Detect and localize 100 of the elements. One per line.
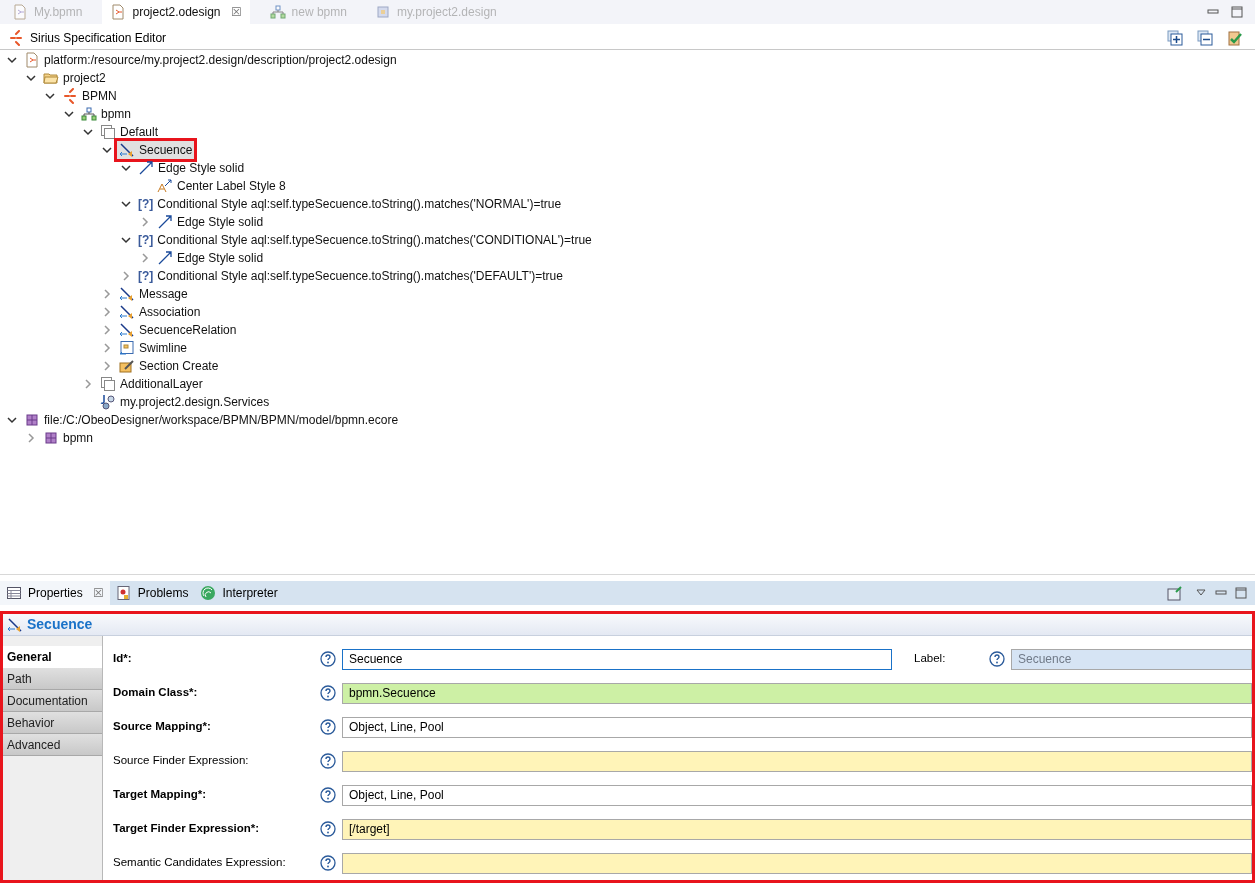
tree-item[interactable]: platform:/resource/my.project2.design/description/project2.odesign — [22, 51, 399, 69]
edge-mapping-icon — [119, 142, 135, 158]
tree-item[interactable]: project2 — [41, 69, 108, 87]
text-field[interactable]: [/target] — [342, 818, 1252, 840]
help-icon[interactable] — [320, 787, 336, 803]
view-tab[interactable]: Problems — [109, 581, 195, 605]
field-label: Id*: — [113, 651, 133, 667]
file-icon — [24, 52, 40, 68]
tree-item[interactable]: Secuence — [117, 141, 195, 159]
help-icon[interactable] — [320, 855, 336, 871]
expand-chevron-icon[interactable] — [6, 54, 18, 66]
collapse-chevron-icon[interactable] — [101, 360, 113, 372]
collapse-chevron-icon[interactable] — [25, 432, 37, 444]
field-label: Semantic Candidates Expression: — [113, 855, 287, 871]
label-style-icon — [157, 178, 173, 194]
collapse-all-icon[interactable] — [1197, 29, 1213, 46]
tree-item[interactable]: bpmn — [79, 105, 134, 123]
package-icon — [24, 412, 40, 428]
text-field[interactable] — [342, 750, 1252, 772]
collapse-chevron-icon[interactable] — [82, 378, 94, 390]
table-icon — [6, 585, 22, 601]
plugin-icon — [374, 4, 391, 20]
expand-chevron-icon[interactable] — [120, 234, 132, 246]
interpreter-icon — [200, 585, 217, 601]
problems-icon — [115, 585, 132, 601]
edge-mapping-icon — [119, 322, 135, 338]
field-label: Source Mapping*: — [113, 719, 212, 735]
close-icon[interactable]: ☒ — [230, 3, 242, 21]
expand-all-icon[interactable] — [1167, 29, 1183, 46]
maximize-icon[interactable] — [1231, 6, 1243, 18]
tree-item[interactable]: [?] Conditional Style aql:self.typeSecuence.toString().matches('DEFAULT')=true — [136, 267, 565, 285]
help-icon[interactable] — [320, 821, 336, 837]
editor-tab[interactable]: project2.odesign ☒ — [102, 0, 250, 24]
text-field[interactable]: Object, Line, Pool — [342, 784, 1252, 806]
field-label: Label: — [914, 651, 947, 667]
layer-icon — [100, 376, 116, 392]
edge-mapping-icon — [7, 616, 23, 633]
expand-chevron-icon[interactable] — [120, 198, 132, 210]
expand-chevron-icon[interactable] — [101, 144, 113, 156]
editor-title: Sirius Specification Editor — [30, 29, 167, 47]
collapse-chevron-icon[interactable] — [101, 288, 113, 300]
conditional-marker: [?] — [138, 232, 154, 249]
tree-item[interactable]: file:/C:/ObeoDesigner/workspace/BPMN/BPMN/model/bpmn.ecore — [22, 411, 401, 429]
expand-chevron-icon[interactable] — [25, 72, 37, 84]
field-label: Target Finder Expression*: — [113, 821, 261, 837]
tree-item[interactable]: [?] Conditional Style aql:self.typeSecuence.toString().matches('CONDITIONAL')=true — [136, 231, 594, 249]
help-icon[interactable] — [320, 651, 336, 667]
expand-chevron-icon[interactable] — [6, 414, 18, 426]
view-tab[interactable]: Interpreter — [194, 581, 284, 605]
tree-item[interactable]: Edge Style solid — [155, 249, 266, 267]
help-icon[interactable] — [989, 651, 1005, 667]
edge-style-icon — [138, 160, 154, 176]
tree-item[interactable]: Association — [117, 303, 203, 321]
field-label: Target Mapping*: — [113, 787, 208, 803]
conditional-marker: [?] — [138, 196, 154, 213]
help-icon[interactable] — [320, 685, 336, 701]
validate-icon[interactable] — [1227, 29, 1243, 46]
tree-item[interactable]: Edge Style solid — [155, 213, 266, 231]
tree-item[interactable]: Edge Style solid — [136, 159, 247, 177]
help-icon[interactable] — [320, 753, 336, 769]
help-icon[interactable] — [320, 719, 336, 735]
expand-chevron-icon[interactable] — [63, 108, 75, 120]
collapse-chevron-icon[interactable] — [139, 252, 151, 264]
expand-chevron-icon[interactable] — [82, 126, 94, 138]
collapse-chevron-icon[interactable] — [120, 270, 132, 282]
tree-item[interactable]: Center Label Style 8 — [155, 177, 288, 195]
tree-item[interactable]: Default — [98, 123, 161, 141]
tree-item[interactable]: Swimline — [117, 339, 189, 357]
edge-mapping-icon — [119, 286, 135, 302]
field-label: Source Finder Expression: — [113, 753, 250, 769]
sirius-logo-icon — [8, 29, 24, 46]
sirius-logo-icon — [62, 88, 78, 104]
collapse-chevron-icon[interactable] — [101, 342, 113, 354]
section-tab[interactable]: Path — [3, 668, 102, 690]
text-field[interactable] — [342, 852, 1252, 874]
conditional-marker: [?] — [138, 268, 154, 285]
expand-chevron-icon[interactable] — [44, 90, 56, 102]
pin-icon[interactable] — [1167, 585, 1183, 601]
view-tab[interactable]: Properties ☒ — [0, 581, 110, 605]
tree-item[interactable]: bpmn — [41, 429, 96, 447]
tree-item[interactable]: SecuenceRelation — [117, 321, 239, 339]
text-field[interactable]: Secuence — [342, 648, 892, 670]
tree-item[interactable]: AdditionalLayer — [98, 375, 205, 393]
close-icon[interactable]: ☒ — [92, 584, 104, 602]
collapse-chevron-icon[interactable] — [101, 306, 113, 318]
text-field[interactable]: Object, Line, Pool — [342, 716, 1252, 738]
tree-item[interactable]: [?] Conditional Style aql:self.typeSecuence.toString().matches('NORMAL')=true — [136, 195, 564, 213]
section-tab[interactable]: Advanced — [3, 734, 102, 756]
maximize-icon[interactable] — [1235, 587, 1247, 599]
section-tab[interactable]: Documentation — [3, 690, 102, 712]
collapse-chevron-icon[interactable] — [101, 324, 113, 336]
tree-item[interactable]: my.project2.design.Services — [98, 393, 272, 411]
tree-item[interactable]: BPMN — [60, 87, 119, 105]
tree-item[interactable]: Message — [117, 285, 190, 303]
text-field[interactable]: bpmn.Secuence — [342, 682, 1252, 704]
section-tab[interactable]: General — [3, 646, 102, 668]
section-tab[interactable]: Behavior — [3, 712, 102, 734]
collapse-chevron-icon[interactable] — [139, 216, 151, 228]
expand-chevron-icon[interactable] — [120, 162, 132, 174]
tree-item[interactable]: Section Create — [117, 357, 221, 375]
